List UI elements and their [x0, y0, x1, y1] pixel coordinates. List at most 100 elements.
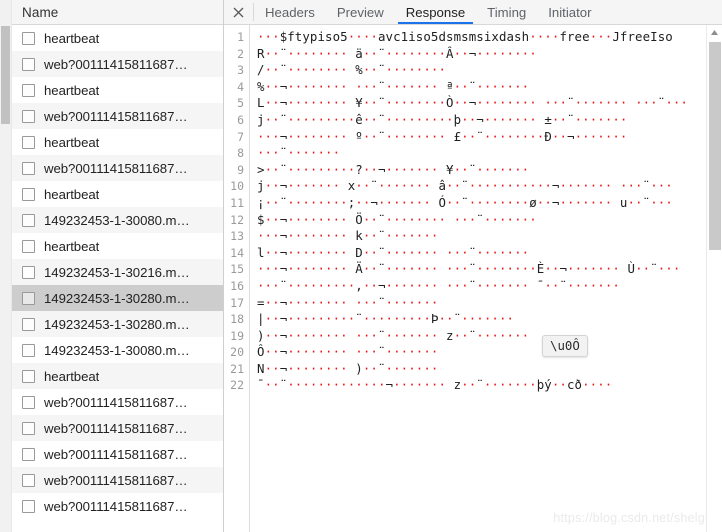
- tab-response[interactable]: Response: [395, 0, 476, 24]
- request-checkbox[interactable]: [22, 473, 35, 487]
- text-run: ): [347, 360, 363, 376]
- text-run: Ð: [544, 128, 552, 144]
- request-list-item[interactable]: 149232453-1-30216.m…: [12, 259, 223, 285]
- request-checkbox[interactable]: [22, 135, 35, 149]
- text-run: ¬: [370, 194, 378, 210]
- column-header-name[interactable]: Name: [22, 5, 58, 20]
- text-run: z: [438, 327, 454, 343]
- request-checkbox[interactable]: [22, 343, 35, 357]
- request-checkbox[interactable]: [22, 57, 35, 71]
- line-number: 4: [237, 79, 244, 94]
- request-list-item[interactable]: 149232453-1-30080.m…: [12, 337, 223, 363]
- request-checkbox[interactable]: [22, 395, 35, 409]
- control-char-run: ·······: [476, 277, 530, 293]
- text-run: ª: [438, 78, 454, 94]
- text-run: [628, 95, 636, 110]
- request-list-item[interactable]: web?00111415811687…: [12, 51, 223, 77]
- triangle-up-icon[interactable]: [707, 25, 722, 40]
- request-list-item[interactable]: heartbeat: [12, 181, 223, 207]
- request-checkbox[interactable]: [22, 239, 35, 253]
- request-list-item[interactable]: heartbeat: [12, 233, 223, 259]
- control-char-run: ·······: [385, 277, 439, 293]
- requests-list-scrollbar-thumb[interactable]: [1, 26, 10, 124]
- tab-headers[interactable]: Headers: [254, 0, 326, 24]
- request-list-item[interactable]: web?00111415811687…: [12, 389, 223, 415]
- request-checkbox[interactable]: [22, 187, 35, 201]
- text-run: ¨: [650, 261, 658, 277]
- control-char-run: ········: [385, 45, 447, 61]
- text-run: ¬: [559, 261, 568, 277]
- text-run: k: [347, 228, 363, 244]
- response-line: N··¬········ )··¨·······: [257, 361, 706, 378]
- request-checkbox[interactable]: [22, 213, 35, 227]
- text-run: Ù: [619, 261, 636, 277]
- request-list-item[interactable]: heartbeat: [12, 129, 223, 155]
- control-char-run: ··: [551, 377, 567, 393]
- request-list-item[interactable]: heartbeat: [12, 77, 223, 103]
- request-list-item[interactable]: web?00111415811687…: [12, 441, 223, 467]
- request-list-item[interactable]: 149232453-1-30080.m…: [12, 207, 223, 233]
- text-run: â: [430, 178, 447, 194]
- line-number: 15: [230, 262, 244, 277]
- text-run: ¨: [476, 128, 484, 144]
- request-name-label: web?00111415811687…: [44, 394, 188, 410]
- response-body-scrollbar[interactable]: [706, 25, 722, 532]
- text-run: ¨: [377, 244, 386, 260]
- text-run: N: [257, 360, 265, 376]
- response-line: ···¬········ º··¨········ £··¨········Ð·…: [257, 129, 706, 146]
- control-char-run: ·······: [559, 194, 613, 210]
- control-char-run: ·······: [483, 377, 537, 393]
- request-checkbox[interactable]: [22, 31, 35, 45]
- request-checkbox[interactable]: [22, 109, 35, 123]
- request-list-item[interactable]: 149232453-1-30280.m…: [12, 285, 223, 311]
- request-checkbox[interactable]: [22, 421, 35, 435]
- response-line: l··¬········ D··¨······· ···¨·······: [257, 245, 706, 262]
- request-checkbox[interactable]: [22, 499, 35, 513]
- requests-list-scrollbar[interactable]: [0, 0, 12, 532]
- control-char-run: ·······: [476, 161, 530, 177]
- line-number: 13: [230, 229, 244, 244]
- response-line: ¯··¨·············¬······· z··¨·······þý·…: [257, 377, 706, 394]
- text-run: þý: [536, 377, 552, 393]
- response-line: =··¬········ ···¨·······: [257, 295, 706, 312]
- request-checkbox[interactable]: [22, 447, 35, 461]
- response-body-scrollbar-thumb[interactable]: [709, 42, 721, 250]
- request-list-item[interactable]: web?00111415811687…: [12, 415, 223, 441]
- control-char-run: ·······: [574, 128, 628, 144]
- request-list-item[interactable]: web?00111415811687…: [12, 493, 223, 519]
- request-checkbox[interactable]: [22, 317, 35, 331]
- request-checkbox[interactable]: [22, 161, 35, 175]
- request-checkbox[interactable]: [22, 369, 35, 383]
- control-char-run: ·······: [476, 244, 530, 260]
- tab-initiator[interactable]: Initiator: [537, 0, 602, 24]
- close-icon[interactable]: [224, 0, 253, 24]
- control-char-run: ··: [355, 194, 371, 210]
- request-list-item[interactable]: web?00111415811687…: [12, 155, 223, 181]
- request-list-item[interactable]: 149232453-1-30280.m…: [12, 311, 223, 337]
- request-checkbox[interactable]: [22, 265, 35, 279]
- text-run: ¨: [567, 111, 575, 127]
- response-body-content[interactable]: ···$ftypiso5····avc1iso5dsmsmsixdash····…: [250, 25, 706, 532]
- requests-panel: Name heartbeat web?00111415811687… heartbe…: [12, 0, 224, 532]
- control-char-run: ········: [385, 211, 447, 227]
- tab-timing[interactable]: Timing: [476, 0, 537, 24]
- control-char-run: ···: [257, 277, 280, 293]
- control-char-run: ··: [264, 178, 280, 194]
- request-list-item[interactable]: web?00111415811687…: [12, 103, 223, 129]
- control-char-run: ··: [264, 244, 280, 260]
- request-list-item[interactable]: heartbeat: [12, 363, 223, 389]
- line-number-gutter: 1 2 3 4 5 6 7 8 9 10 11 12 13 14 15 16 17 18 19 20 21 22: [224, 25, 250, 532]
- control-char-run: ········: [287, 344, 348, 360]
- control-char-run: ········: [287, 244, 348, 260]
- text-run: ¨: [377, 228, 386, 244]
- requests-list[interactable]: heartbeat web?00111415811687… heartbeat web…: [12, 25, 223, 532]
- text-run: ê: [355, 111, 363, 127]
- request-checkbox[interactable]: [22, 291, 35, 305]
- control-char-run: ··: [362, 261, 378, 277]
- tab-preview[interactable]: Preview: [326, 0, 395, 24]
- request-checkbox[interactable]: [22, 83, 35, 97]
- request-list-item[interactable]: web?00111415811687…: [12, 467, 223, 493]
- request-list-item[interactable]: heartbeat: [12, 25, 223, 51]
- requests-list-header: Name: [12, 0, 223, 25]
- text-run: ±: [536, 111, 552, 127]
